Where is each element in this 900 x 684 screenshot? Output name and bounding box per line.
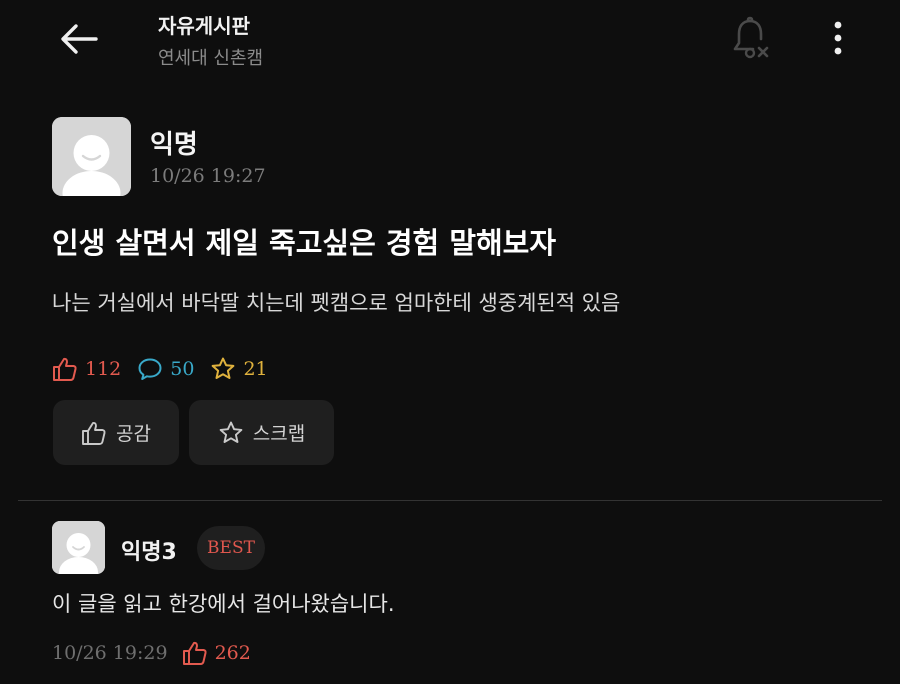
board-subtitle: 연세대 신촌캠	[158, 48, 264, 69]
comment-author-name: 익명3	[121, 540, 177, 565]
more-vertical-icon	[834, 21, 842, 55]
notification-toggle-button[interactable]	[726, 12, 778, 64]
comment-body: 이 글을 읽고 한강에서 걸어나왔습니다.	[52, 592, 395, 616]
like-button-label: 공감	[116, 423, 151, 445]
post-timestamp: 10/26 19:27	[150, 165, 266, 187]
like-button[interactable]: 공감	[53, 400, 179, 465]
thumbs-up-icon	[182, 641, 207, 665]
comment-like-count-value: 262	[214, 642, 251, 664]
comment-count-value: 50	[170, 358, 195, 380]
like-count-value: 112	[85, 358, 122, 380]
more-options-button[interactable]	[816, 14, 860, 62]
star-icon	[212, 357, 235, 379]
comment-meta: 10/26 19:29 262	[52, 638, 251, 668]
best-badge: BEST	[197, 526, 265, 570]
bell-off-icon	[733, 16, 769, 59]
arrow-left-icon	[61, 24, 98, 54]
scrap-button[interactable]: 스크랩	[189, 400, 334, 465]
post-stats: 112 50 21	[52, 352, 284, 386]
anonymous-avatar-icon	[52, 117, 131, 196]
post-author-name: 익명	[150, 130, 198, 160]
like-count: 112	[52, 356, 121, 382]
scrap-count: 21	[210, 356, 268, 382]
comment-timestamp: 10/26 19:29	[52, 642, 168, 664]
thumbs-up-icon	[82, 421, 106, 445]
post-body: 나는 거실에서 바닥딸 치는데 펫캠으로 엄마한테 생중계된적 있음	[52, 291, 621, 315]
comment-like-count: 262	[182, 640, 251, 666]
comment-author-avatar	[52, 521, 105, 574]
section-divider	[18, 500, 882, 501]
star-icon	[219, 421, 243, 443]
anonymous-avatar-icon	[52, 521, 105, 574]
speech-bubble-icon	[138, 358, 162, 380]
comment-count: 50	[137, 356, 194, 382]
author-avatar	[52, 117, 131, 196]
scrap-button-label: 스크랩	[252, 423, 306, 445]
post-title: 인생 살면서 제일 죽고싶은 경험 말해보자	[52, 226, 557, 260]
back-button[interactable]	[52, 18, 104, 60]
board-title: 자유게시판	[158, 14, 250, 38]
thumbs-up-icon	[53, 357, 77, 381]
scrap-count-value: 21	[243, 358, 268, 380]
